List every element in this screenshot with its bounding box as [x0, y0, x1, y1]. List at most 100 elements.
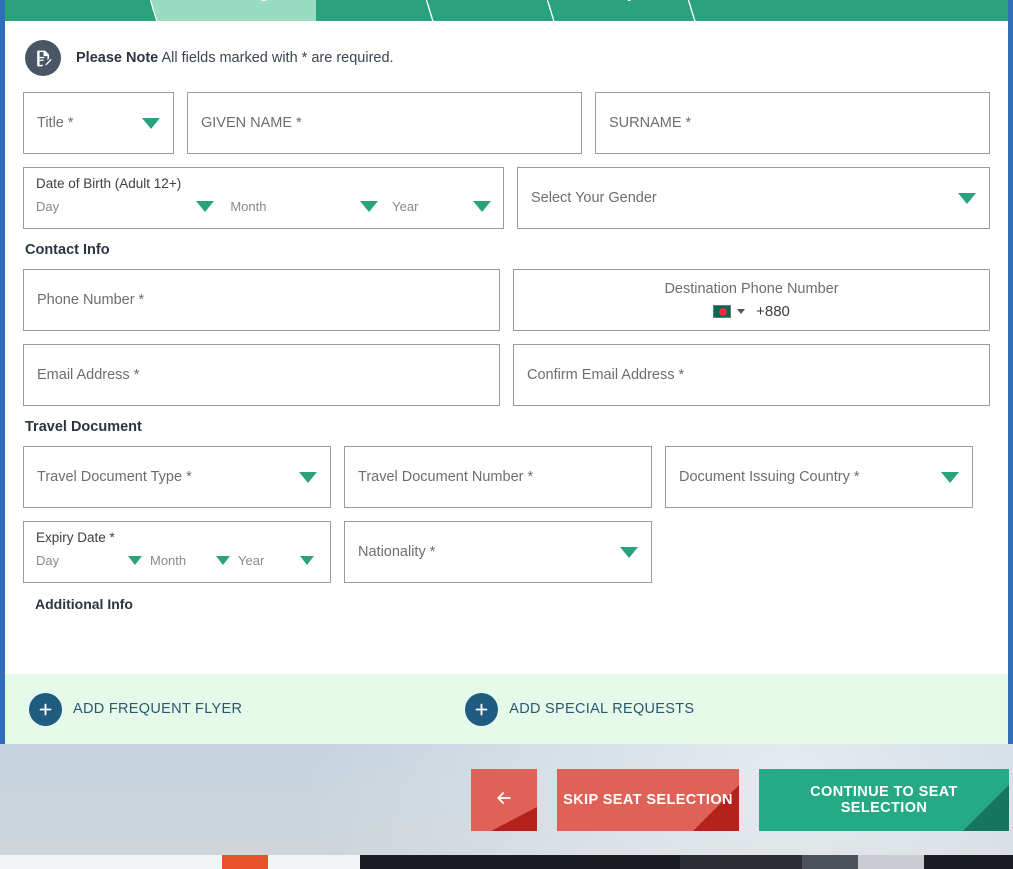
title-select[interactable]: Title *: [23, 92, 174, 154]
chevron-down-icon: [299, 471, 317, 483]
booking-step-tabs: DAC - DXB Passengers Seats Extras: [5, 0, 1008, 21]
chevron-down-icon: [141, 117, 160, 129]
plus-icon: [465, 692, 499, 726]
nationality-placeholder: Nationality *: [358, 544, 436, 560]
add-special-requests-label: ADD SPECIAL REQUESTS: [509, 701, 695, 717]
passenger-form: Please Note All fields marked with * are…: [5, 21, 1008, 612]
chevron-down-icon: [196, 200, 215, 212]
bangladesh-flag-icon: [713, 304, 732, 318]
tab-label: Seats: [369, 0, 408, 2]
dob-day-select[interactable]: Day: [36, 198, 215, 214]
tab-label: Passengers: [209, 0, 290, 2]
note-document-icon: [25, 40, 61, 76]
expiry-date-group[interactable]: Expiry Date * Day Month Year: [23, 521, 331, 583]
gender-select[interactable]: Select Your Gender: [517, 167, 990, 229]
travel-document-number-placeholder: Travel Document Number *: [358, 469, 534, 485]
given-name-input[interactable]: GIVEN NAME *: [186, 92, 582, 154]
confirm-email-placeholder: Confirm Email Address *: [527, 367, 685, 383]
taskbar-tray[interactable]: [924, 855, 1013, 869]
dob-year-select[interactable]: Year: [392, 199, 491, 214]
taskbar-window-1[interactable]: [360, 855, 680, 869]
email-input[interactable]: Email Address *: [23, 344, 500, 406]
booking-panel: DAC - DXB Passengers Seats Extras: [0, 0, 1013, 744]
suitcase-icon: [464, 0, 478, 1]
chevron-down-icon: [360, 200, 379, 212]
please-note-banner: Please Note All fields marked with * are…: [23, 21, 990, 92]
expiry-day-label: Day: [36, 552, 60, 568]
tab-label: Extras: [485, 0, 529, 2]
taskbar-start-area[interactable]: [0, 855, 222, 869]
chevron-down-icon: [128, 555, 142, 565]
chevron-down-icon: [216, 555, 230, 565]
skip-seat-selection-label: SKIP SEAT SELECTION: [563, 791, 733, 808]
taskbar-app-icon[interactable]: [222, 855, 268, 869]
os-taskbar: [0, 855, 1013, 869]
country-code-selector[interactable]: +880: [713, 303, 790, 320]
destination-phone-label: Destination Phone Number: [664, 280, 839, 297]
expiry-nationality-row: Expiry Date * Day Month Year Nationality…: [23, 521, 990, 583]
travel-document-type-placeholder: Travel Document Type *: [37, 469, 192, 485]
tab-passengers[interactable]: Passengers: [138, 0, 336, 21]
taskbar-gap: [268, 855, 360, 869]
taskbar-window-2[interactable]: [680, 855, 802, 869]
add-special-requests-button[interactable]: ADD SPECIAL REQUESTS: [465, 692, 695, 726]
tab-seats[interactable]: Seats: [316, 0, 435, 21]
expiry-date-label: Expiry Date *: [36, 530, 115, 545]
taskbar-window-3[interactable]: [802, 855, 858, 869]
seat-icon: [346, 0, 362, 2]
surname-placeholder: SURNAME *: [609, 115, 692, 131]
date-of-birth-group[interactable]: Date of Birth (Adult 12+) Day Month Year: [23, 167, 504, 229]
card-icon: [585, 0, 602, 1]
confirm-email-input[interactable]: Confirm Email Address *: [513, 344, 990, 406]
expiry-month-label: Month: [150, 552, 187, 568]
additional-info-heading: Additional Info: [35, 596, 133, 612]
expiry-year-select[interactable]: Year: [238, 553, 314, 568]
dob-label: Date of Birth (Adult 12+): [36, 176, 182, 191]
phone-placeholder: Phone Number *: [37, 292, 145, 308]
nationality-select[interactable]: Nationality *: [344, 521, 652, 583]
dob-month-select[interactable]: Month: [230, 198, 379, 214]
plane-icon: [35, 0, 50, 1]
surname-input[interactable]: SURNAME *: [595, 92, 991, 154]
name-row: Title * GIVEN NAME * SURNAME *: [23, 92, 991, 154]
travel-document-row: Travel Document Type * Travel Document N…: [23, 446, 990, 508]
tab-label: DAC - DXB: [57, 0, 132, 2]
tab-extras[interactable]: Extras: [434, 0, 557, 21]
chevron-down-icon: [958, 192, 976, 204]
expiry-day-select[interactable]: Day: [36, 553, 142, 568]
gender-placeholder: Select Your Gender: [531, 190, 657, 206]
dob-day-label: Day: [36, 198, 60, 214]
document-issuing-country-select[interactable]: Document Issuing Country *: [665, 446, 973, 508]
taskbar-window-4[interactable]: [858, 855, 924, 869]
add-frequent-flyer-label: ADD FREQUENT FLYER: [73, 701, 243, 717]
passengers-icon: [188, 0, 202, 1]
expiry-year-label: Year: [238, 552, 265, 568]
please-note-body: All fields marked with * are required.: [161, 50, 394, 66]
back-button[interactable]: [471, 768, 537, 831]
additional-info-band: ADD FREQUENT FLYER ADD SPECIAL REQUESTS: [5, 674, 1008, 744]
phone-row: Phone Number * Destination Phone Number …: [23, 269, 990, 331]
travel-document-type-select[interactable]: Travel Document Type *: [23, 446, 331, 508]
tab-label: Payment: [609, 0, 669, 2]
continue-to-seat-selection-button[interactable]: CONTINUE TO SEAT SELECTION: [759, 768, 1009, 831]
dob-gender-row: Date of Birth (Adult 12+) Day Month Year: [23, 167, 990, 229]
phone-number-input[interactable]: Phone Number *: [23, 269, 500, 331]
continue-to-seat-selection-label: CONTINUE TO SEAT SELECTION: [810, 783, 958, 816]
destination-phone-input[interactable]: Destination Phone Number +880: [513, 269, 990, 331]
tab-flight-route[interactable]: DAC - DXB: [5, 0, 159, 21]
chevron-down-icon: [737, 308, 746, 314]
chevron-down-icon: [300, 555, 314, 565]
travel-document-number-input[interactable]: Travel Document Number *: [344, 446, 652, 508]
booking-action-bar: SKIP SEAT SELECTION CONTINUE TO SEAT SEL…: [0, 744, 1013, 855]
travel-document-heading: Travel Document: [25, 419, 142, 435]
skip-seat-selection-button[interactable]: SKIP SEAT SELECTION: [557, 768, 739, 831]
contact-info-heading: Contact Info: [25, 242, 110, 258]
title-placeholder: Title *: [37, 115, 74, 131]
chevron-down-icon: [620, 546, 638, 558]
add-frequent-flyer-button[interactable]: ADD FREQUENT FLYER: [29, 692, 243, 726]
tab-payment[interactable]: Payment: [555, 0, 698, 21]
chevron-down-icon: [473, 200, 491, 212]
dob-month-label: Month: [230, 198, 267, 214]
expiry-month-select[interactable]: Month: [150, 553, 230, 568]
given-name-placeholder: GIVEN NAME *: [200, 115, 302, 131]
